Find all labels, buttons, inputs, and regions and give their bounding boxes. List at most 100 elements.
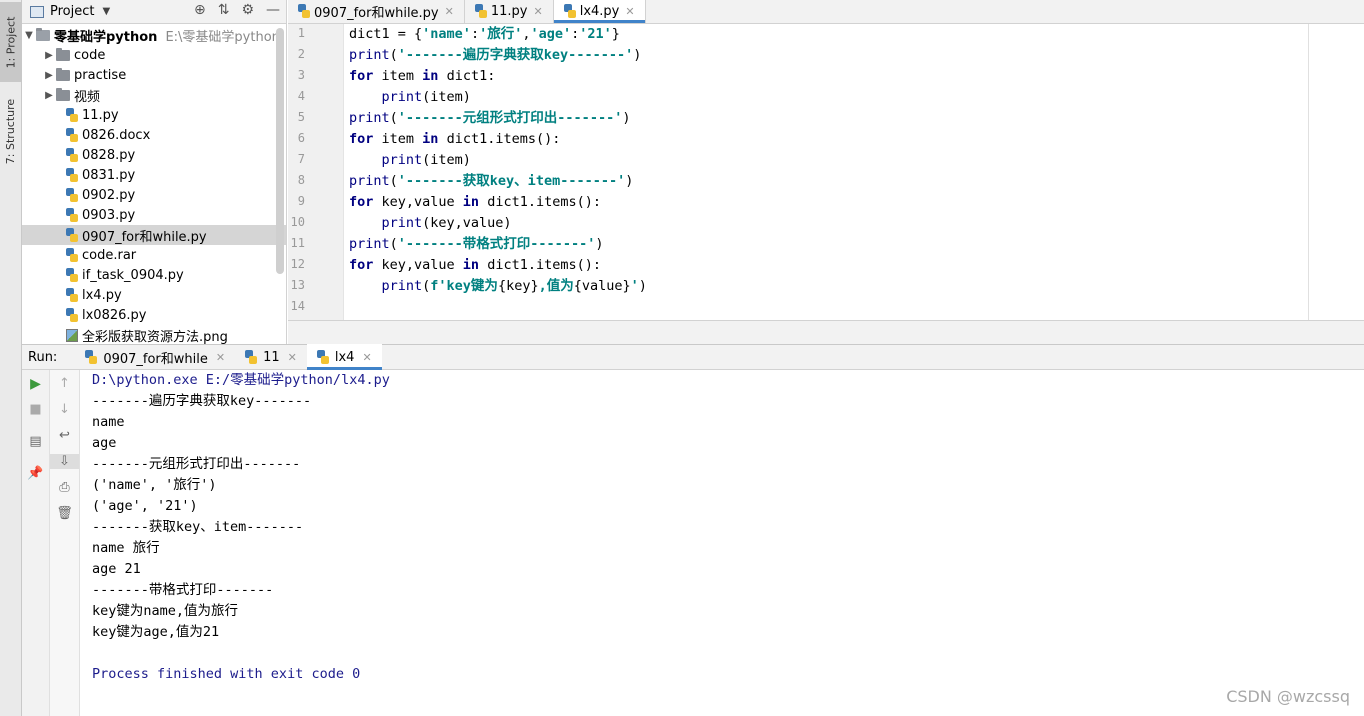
tree-file[interactable]: 0903.py [22, 205, 286, 225]
chevron-right-icon[interactable]: ▶ [42, 90, 56, 101]
close-icon[interactable]: ✕ [445, 5, 454, 18]
tree-item-label: lx0826.py [82, 307, 147, 323]
project-panel: Project ▼ ⊕ ⇅ ⚙ — ▼ 零基础学python E:\零基础学py… [22, 0, 287, 344]
trash-icon[interactable]: 🗑 [50, 506, 79, 521]
editor-tabs: 0907_for和while.py ✕ 11.py ✕ lx4.py ✕ [288, 0, 1364, 24]
tree-root[interactable]: ▼ 零基础学python E:\零基础学python [22, 25, 286, 45]
close-icon[interactable]: ✕ [533, 5, 542, 18]
print-icon[interactable]: ⎙ [50, 480, 79, 495]
minimize-icon[interactable]: — [266, 2, 280, 18]
tree-file[interactable]: 0902.py [22, 185, 286, 205]
tree-folder-video[interactable]: ▶ 视频 [22, 85, 286, 105]
run-tab[interactable]: 0907_for和while ✕ [75, 344, 235, 370]
soft-wrap-icon[interactable]: ↩ [50, 428, 79, 443]
tree-file[interactable]: 0828.py [22, 145, 286, 165]
arrow-up-icon[interactable]: ↑ [50, 376, 79, 391]
console-line: key键为name,值为旅行 [92, 603, 239, 619]
python-file-icon [66, 188, 78, 202]
console-line: D:\python.exe E:/零基础学python/lx4.py [92, 372, 390, 388]
close-icon[interactable]: ✕ [288, 351, 297, 364]
console-output[interactable]: D:\python.exe E:/零基础学python/lx4.py -----… [80, 370, 1364, 716]
folder-icon [36, 27, 50, 41]
tree-item-label: lx4.py [82, 287, 122, 303]
code-line-13: print(f'key键为{key},值为{value}') [381, 278, 647, 294]
console-line: Process finished with exit code 0 [92, 666, 361, 682]
tree-file-selected[interactable]: 0907_for和while.py [22, 225, 286, 245]
structure-tool-tab-label: 7: Structure [4, 98, 18, 164]
line-number: 13 [290, 278, 305, 292]
chevron-down-icon[interactable]: ▼ [102, 6, 110, 17]
tree-item-label: 0907_for和while.py [82, 229, 207, 245]
tree-file[interactable]: lx4.py [22, 285, 286, 305]
tree-file[interactable]: 11.py [22, 105, 286, 125]
run-tab-label: 0907_for和while [103, 351, 208, 367]
structure-tool-tab[interactable]: 7: Structure [0, 88, 22, 174]
arrow-down-icon[interactable]: ↓ [50, 402, 79, 417]
code-line-4: print(item) [381, 89, 471, 105]
run-tab[interactable]: 11 ✕ [235, 344, 307, 370]
scroll-to-end-icon[interactable]: ⇩ [50, 454, 79, 469]
python-file-icon [66, 148, 78, 162]
layout-icon[interactable]: ▤ [22, 434, 49, 449]
tree-item-label: 全彩版获取资源方法.png [82, 329, 228, 345]
project-scrollbar[interactable] [276, 28, 284, 274]
collapse-all-icon[interactable]: ⇅ [218, 2, 230, 18]
tree-root-path: E:\零基础学python [165, 29, 280, 45]
tree-file[interactable]: lx0826.py [22, 305, 286, 325]
stop-icon[interactable]: ■ [22, 402, 49, 417]
folder-icon [56, 87, 70, 101]
tree-item-label: 视频 [74, 89, 101, 105]
run-toolbar-primary: ▶ ■ ▤ 📌 [22, 370, 50, 716]
line-number-gutter: 1 2 3 4 5 6 7 8 9 10 11 12 13 14 [288, 24, 344, 320]
project-tool-tab[interactable]: 1: Project [0, 2, 22, 82]
tree-item-label: 0831.py [82, 167, 136, 183]
line-number: 2 [297, 47, 305, 61]
console-line: name 旅行 [92, 540, 160, 556]
tree-file[interactable]: 全彩版获取资源方法.png [22, 325, 286, 345]
tree-item-label: code.rar [82, 247, 137, 263]
tree-item-label: 0903.py [82, 207, 136, 223]
tree-folder-code[interactable]: ▶ code [22, 45, 286, 65]
console-line: -------遍历字典获取key------- [92, 393, 312, 409]
tree-file[interactable]: 0831.py [22, 165, 286, 185]
chevron-right-icon[interactable]: ▶ [42, 70, 56, 81]
run-tab-active[interactable]: lx4 ✕ [306, 344, 382, 370]
chevron-right-icon[interactable]: ▶ [42, 50, 56, 61]
python-file-icon [316, 350, 329, 364]
close-icon[interactable]: ✕ [216, 351, 225, 364]
editor-tab-label: 11.py [490, 3, 528, 19]
tree-file[interactable]: 0826.docx [22, 125, 286, 145]
tree-file[interactable]: code.rar [22, 245, 286, 265]
tree-item-label: 11.py [82, 107, 119, 123]
gear-icon[interactable]: ⚙ [241, 2, 254, 18]
console-line: age 21 [92, 561, 141, 577]
project-panel-title[interactable]: Project [50, 4, 94, 19]
tree-item-label: 0826.docx [82, 127, 151, 143]
line-number: 10 [290, 215, 305, 229]
tree-file[interactable]: if_task_0904.py [22, 265, 286, 285]
tree-item-label: 0902.py [82, 187, 136, 203]
python-file-icon [66, 228, 78, 242]
close-icon[interactable]: ✕ [362, 351, 371, 364]
folder-icon [56, 67, 70, 81]
pin-icon[interactable]: 📌 [22, 466, 49, 481]
locate-file-icon[interactable]: ⊕ [194, 2, 206, 18]
tree-folder-practise[interactable]: ▶ practise [22, 65, 286, 85]
editor-tab-active[interactable]: lx4.py ✕ [553, 0, 646, 23]
python-file-icon [298, 4, 310, 18]
rerun-icon[interactable]: ▶ [22, 376, 49, 392]
editor-tab[interactable]: 0907_for和while.py ✕ [288, 0, 465, 23]
editor-tab[interactable]: 11.py ✕ [465, 0, 554, 23]
python-file-icon [66, 308, 78, 322]
code-area[interactable]: dict1 = {'name':'旅行','age':'21'} print('… [345, 24, 1309, 320]
console-line: -------带格式打印------- [92, 582, 274, 598]
console-line: -------元组形式打印出------- [92, 456, 301, 472]
tree-item-label: practise [74, 67, 127, 83]
run-label: Run: [28, 349, 58, 365]
python-file-icon [563, 4, 576, 18]
python-file-icon [245, 350, 258, 364]
close-icon[interactable]: ✕ [625, 5, 634, 18]
chevron-down-icon[interactable]: ▼ [22, 30, 36, 41]
code-line-5: print('-------元组形式打印出-------') [349, 110, 631, 126]
console-line: key键为age,值为21 [92, 624, 220, 640]
